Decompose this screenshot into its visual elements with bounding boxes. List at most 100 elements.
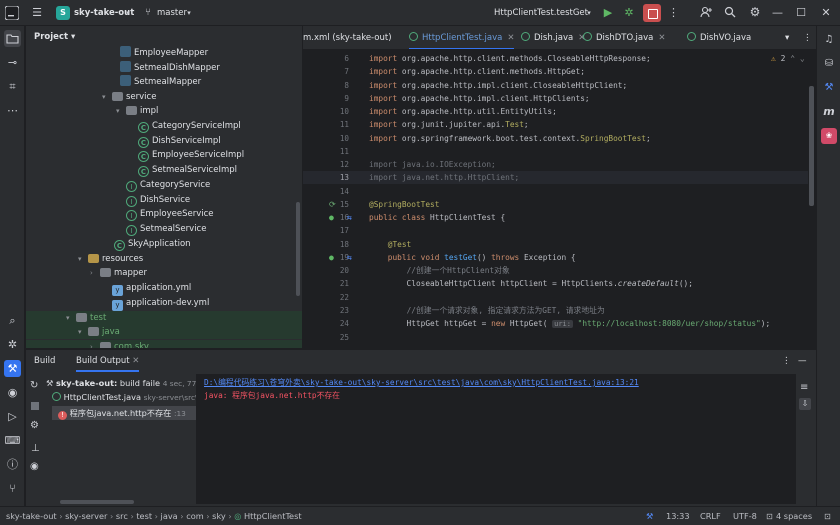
tree-item[interactable]: C SkyApplication	[26, 237, 302, 251]
breadcrumb-item[interactable]: HttpClientTest	[244, 511, 302, 521]
code-line[interactable]: import org.junit.jupiter.api.Test;	[369, 118, 529, 131]
stop-icon[interactable]	[31, 402, 39, 410]
code-line[interactable]: import java.net.http.HttpClient;	[369, 171, 519, 184]
tree-item[interactable]: C CategoryServiceImpl	[26, 119, 302, 133]
breadcrumb-item[interactable]: src	[116, 511, 128, 521]
code-line[interactable]: @Test	[369, 238, 411, 251]
tree-item[interactable]: I DishService	[26, 193, 302, 207]
tab-dishdto[interactable]: DishDTO.java ✕	[583, 26, 665, 49]
tree-item[interactable]: y application.yml	[26, 281, 302, 296]
soft-wrap-icon[interactable]: ≡	[800, 382, 808, 393]
search-icon[interactable]	[724, 6, 736, 22]
code-line[interactable]: //创建一个HttpClient对象	[369, 264, 510, 277]
main-menu-icon[interactable]: ☰	[30, 6, 44, 20]
editor-scrollbar[interactable]	[809, 86, 814, 206]
run-icon[interactable]: ▷	[4, 408, 21, 425]
tab-more-icon[interactable]: ⋮	[803, 26, 812, 49]
settings-gear-icon[interactable]: ⚙	[748, 5, 762, 19]
chevron-icon[interactable]: ›	[90, 266, 100, 280]
tree-item[interactable]: C EmployeeServiceImpl	[26, 148, 302, 162]
tree-item[interactable]: C DishServiceImpl	[26, 134, 302, 148]
debug-icon[interactable]: ✲	[623, 6, 635, 20]
project-badge[interactable]: S	[56, 6, 70, 20]
breadcrumb-item[interactable]: sky-server	[65, 511, 107, 521]
tree-scrollbar[interactable]	[296, 202, 300, 296]
tree-item[interactable]: y application-dev.yml	[26, 296, 302, 311]
tree-item[interactable]: SetmealDishMapper	[26, 61, 302, 75]
breadcrumb-item[interactable]: sky	[212, 511, 226, 521]
file-encoding[interactable]: UTF-8	[733, 507, 757, 525]
tree-item[interactable]: I CategoryService	[26, 178, 302, 192]
terminal-icon[interactable]: ⌨	[4, 432, 21, 449]
tree-item[interactable]: ▾ service	[26, 90, 302, 104]
warnings-indicator[interactable]: ⚠ 2 ⌃ ⌄	[771, 54, 805, 63]
chevron-icon[interactable]: ▾	[102, 90, 112, 104]
code-line[interactable]: public class HttpClientTest {	[369, 211, 505, 224]
close-tab-icon[interactable]: ✕	[132, 356, 139, 366]
indent-setting[interactable]: 4 spaces	[776, 507, 812, 525]
search-icon[interactable]: ⌕	[4, 312, 21, 329]
branch-icon[interactable]: ⑂	[143, 6, 153, 20]
settings-icon[interactable]: ⚙	[30, 420, 39, 431]
tab-dish[interactable]: Dish.java ✕	[521, 26, 585, 49]
services-icon[interactable]: ◉	[4, 384, 21, 401]
more-options-icon[interactable]: ⋮	[782, 350, 791, 372]
database-icon[interactable]: ⛁	[821, 56, 837, 72]
pin-icon[interactable]: ⊥	[31, 443, 40, 454]
tree-item[interactable]: ▾ impl	[26, 104, 302, 118]
build-hammer-icon[interactable]: ⚒	[4, 360, 21, 377]
breadcrumb-item[interactable]: com	[186, 511, 204, 521]
tab-mapper-xml[interactable]: m.xml (sky-take-out)	[303, 26, 392, 49]
code-line[interactable]: import org.apache.http.util.EntityUtils;	[369, 105, 557, 118]
code-line[interactable]: public void testGet() throws Exception {	[369, 251, 576, 264]
chevron-down-icon[interactable]: ▾	[585, 6, 593, 20]
build-error-row[interactable]: ! 程序包java.net.http不存在 :13	[52, 406, 196, 420]
code-line[interactable]: @SpringBootTest	[369, 198, 439, 211]
run-gutter-icon[interactable]: ●	[329, 211, 334, 224]
chevron-down-icon[interactable]: ▾	[185, 6, 193, 20]
tree-item[interactable]: ▾ resources	[26, 252, 302, 266]
run-gutter-icon[interactable]: ●	[329, 251, 334, 264]
project-panel-title[interactable]: Project ▾	[34, 32, 75, 42]
m-plugin-icon[interactable]: m	[821, 104, 837, 120]
chevron-icon[interactable]: ▾	[78, 325, 88, 339]
add-user-icon[interactable]	[700, 6, 712, 22]
navigate-gutter-icon[interactable]: ⇆	[347, 251, 352, 264]
cursor-position[interactable]: 13:33	[666, 507, 690, 525]
notifications-bell-icon[interactable]: ♫	[821, 32, 837, 48]
app-logo-icon[interactable]	[4, 5, 20, 24]
build-file-row[interactable]: HttpClientTest.java sky-server\src\	[52, 392, 198, 402]
build-root-row[interactable]: ⚒ sky-take-out: build faile 4 sec, 77 ms	[46, 378, 210, 388]
chevron-icon[interactable]: ▾	[66, 311, 76, 325]
build-output-console[interactable]: D:\编程代码练习\苍穹外卖\sky-take-out\sky-server\s…	[196, 374, 796, 504]
tree-item[interactable]: › mapper	[26, 266, 302, 280]
lock-icon[interactable]: ⊡	[824, 507, 831, 525]
tree-item[interactable]: ▾ test	[26, 311, 302, 325]
run-icon[interactable]: ▶	[602, 6, 614, 20]
problems-icon[interactable]: ⓘ	[4, 456, 21, 473]
code-line[interactable]: import java.io.IOException;	[369, 158, 496, 171]
commit-icon[interactable]: ⊸	[4, 54, 21, 71]
chevron-icon[interactable]: ▾	[116, 104, 126, 118]
structure-icon[interactable]: ⌗	[4, 78, 21, 95]
tab-build[interactable]: Build	[34, 350, 55, 372]
spring-bean-icon[interactable]: ⟳	[329, 198, 336, 211]
more-actions-icon[interactable]: ⋮	[668, 6, 679, 20]
code-line[interactable]: import org.springframework.boot.test.con…	[369, 132, 651, 145]
code-line[interactable]: import org.apache.http.impl.client.Close…	[369, 79, 627, 92]
navigate-gutter-icon[interactable]: ⇆	[347, 211, 352, 224]
chevron-icon[interactable]: ›	[90, 340, 100, 348]
tree-item[interactable]: SetmealMapper	[26, 75, 302, 89]
close-icon[interactable]: ✕	[821, 6, 831, 20]
code-line[interactable]: import org.apache.http.client.methods.Ht…	[369, 65, 585, 78]
close-tab-icon[interactable]: ✕	[507, 33, 514, 43]
tree-item[interactable]: I SetmealService	[26, 222, 302, 236]
maven-icon[interactable]: ⚒	[821, 80, 837, 96]
code-line[interactable]: HttpGet httpGet = new HttpGet( uri: "htt…	[369, 317, 770, 331]
project-folder-icon[interactable]	[4, 30, 21, 47]
chevron-icon[interactable]: ▾	[78, 252, 88, 266]
tree-item[interactable]: C SetmealServiceImpl	[26, 163, 302, 177]
code-line[interactable]: import org.apache.http.client.methods.Cl…	[369, 52, 651, 65]
tree-item[interactable]: › com.sky	[26, 340, 302, 348]
minimize-panel-icon[interactable]: —	[798, 350, 807, 372]
